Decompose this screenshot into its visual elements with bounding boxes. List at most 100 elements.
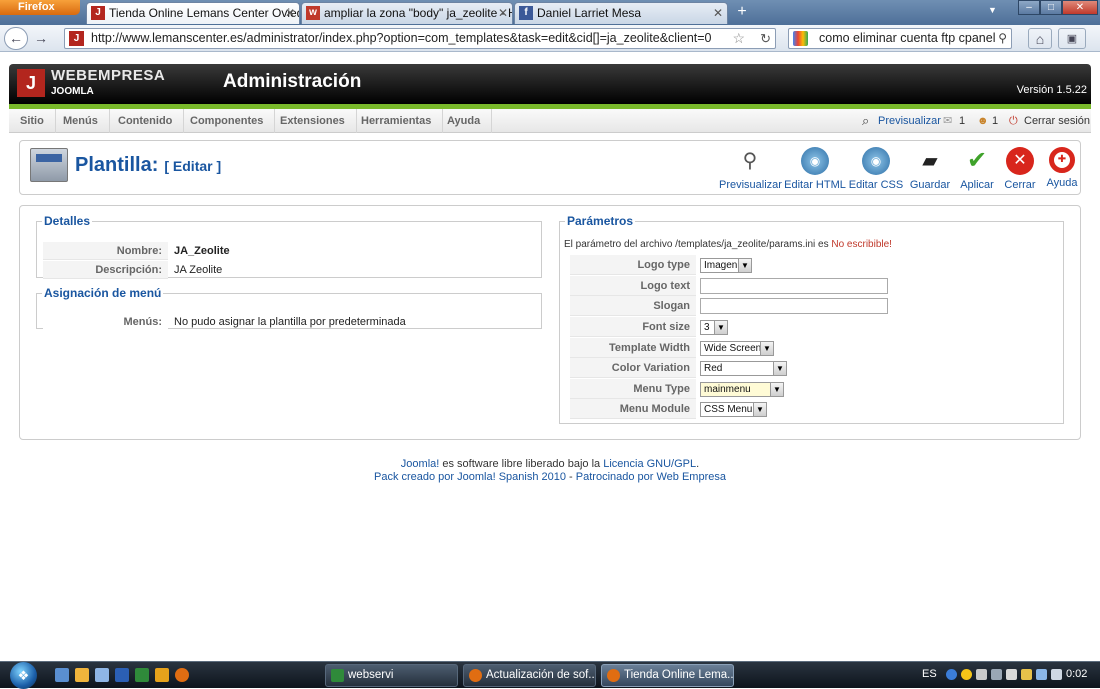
clock[interactable]: 0:02: [1066, 668, 1087, 680]
bookmark-star-icon[interactable]: ☆: [732, 29, 745, 48]
task-webservi[interactable]: webservi: [325, 664, 458, 687]
footer-line-2: Pack creado por Joomla! Spanish 2010 - P…: [0, 471, 1100, 484]
firefox-quicklaunch-icon[interactable]: [175, 668, 189, 682]
param-row-font-size: Font size 3 ▼: [570, 317, 1060, 337]
home-icon[interactable]: ⌂: [1028, 28, 1052, 49]
logo-text-input[interactable]: [700, 278, 888, 294]
menu-componentes[interactable]: Componentes: [179, 109, 276, 133]
template-width-select[interactable]: Wide Screen ▼: [700, 341, 774, 356]
url-bar[interactable]: J http://www.lemanscenter.es/administrat…: [64, 28, 776, 49]
page-title-sub: [ Editar ]: [164, 158, 222, 174]
menu-extensiones[interactable]: Extensiones: [269, 109, 357, 133]
users-count[interactable]: 1: [992, 109, 998, 133]
joomla-link[interactable]: Joomla!: [401, 458, 440, 470]
edit-html-button[interactable]: ◉ Editar HTML: [784, 147, 846, 191]
chevron-down-icon: ▼: [714, 321, 727, 334]
word-icon[interactable]: [115, 668, 129, 682]
joomla-header: J WEBEMPRESA JOOMLA Administración Versi…: [9, 64, 1091, 104]
messages-icon: ✉: [943, 115, 953, 127]
new-tab-button[interactable]: +: [731, 3, 753, 23]
menu-module-select[interactable]: CSS Menu ▼: [700, 402, 767, 417]
help-button[interactable]: ✚ Ayuda: [1031, 147, 1093, 189]
tab-list-chevron-icon[interactable]: ▼: [988, 5, 997, 15]
footer-separator: -: [566, 471, 576, 483]
tray-help-icon[interactable]: [946, 669, 957, 680]
menus-label: Menús:: [43, 313, 168, 331]
page-footer: Joomla! es software libre liberado bajo …: [0, 458, 1100, 484]
menu-contenido[interactable]: Contenido: [107, 109, 185, 133]
edit-css-button[interactable]: ◉ Editar CSS: [845, 147, 907, 191]
params-notice: El parámetro del archivo /templates/ja_z…: [564, 239, 892, 250]
chevron-down-icon: ▼: [760, 342, 773, 355]
logo-type-select[interactable]: Imagen ▼: [700, 258, 752, 273]
chevron-down-icon: ▼: [770, 383, 783, 396]
back-arrow-icon[interactable]: ←: [4, 27, 28, 50]
tray-device-icon[interactable]: [976, 669, 987, 680]
media-icon[interactable]: [155, 668, 169, 682]
tray-usb-icon[interactable]: [991, 669, 1002, 680]
globe-html-icon: ◉: [801, 147, 829, 175]
menu-assignment-fieldset: Asignación de menú Menús: No pudo asigna…: [36, 286, 542, 331]
save-button-label: Guardar: [909, 179, 951, 191]
forward-arrow-icon[interactable]: →: [30, 28, 52, 49]
url-text: http://www.lemanscenter.es/administrator…: [91, 31, 712, 45]
minimize-window-icon[interactable]: –: [1018, 0, 1040, 15]
tray-norton-icon[interactable]: [961, 669, 972, 680]
firefox-task-icon: [469, 669, 482, 682]
menu-menus[interactable]: Menús: [52, 109, 110, 133]
explorer-icon[interactable]: [75, 668, 89, 682]
search-text: como eliminar cuenta ftp cpanel: [819, 31, 996, 45]
pack-link[interactable]: Pack creado por Joomla! Spanish 2010: [374, 471, 566, 483]
license-link[interactable]: Licencia GNU/GPL: [603, 458, 696, 470]
tray-power-icon[interactable]: [1021, 669, 1032, 680]
floppy-save-icon: ▰: [922, 150, 938, 172]
reload-icon[interactable]: ↻: [760, 29, 771, 48]
browser-nav-bar: ← → J http://www.lemanscenter.es/adminis…: [0, 25, 1100, 52]
search-input[interactable]: como eliminar cuenta ftp cpanel ⚲: [788, 28, 1012, 49]
logout-link[interactable]: Cerrar sesión: [1024, 109, 1090, 133]
tab-lemans[interactable]: J Tienda Online Lemans Center Oviedo... …: [86, 2, 300, 24]
search-icon[interactable]: ⚲: [998, 29, 1007, 48]
close-tab-icon[interactable]: ✕: [285, 3, 295, 23]
preview-link[interactable]: Previsualizar: [878, 109, 941, 133]
menu-ayuda[interactable]: Ayuda: [436, 109, 493, 133]
close-tab-icon[interactable]: ✕: [498, 3, 508, 23]
menu-herramientas[interactable]: Herramientas: [350, 109, 444, 133]
tab-ja-zeolite[interactable]: w ampliar la zona "body" ja_zeolite - Ho…: [301, 2, 513, 24]
param-label: Color Variation: [570, 358, 696, 378]
close-tab-icon[interactable]: ✕: [713, 3, 723, 23]
param-row-color-variation: Color Variation Red ▼: [570, 358, 1060, 378]
font-size-select[interactable]: 3 ▼: [700, 320, 728, 335]
language-indicator[interactable]: ES: [922, 668, 937, 680]
excel-task-icon: [331, 669, 344, 682]
select-value: CSS Menu: [704, 404, 753, 415]
params-notice-status: No escribible!: [831, 239, 892, 250]
window-switch-icon[interactable]: [95, 668, 109, 682]
tray-network-icon[interactable]: [1036, 669, 1047, 680]
tab-facebook[interactable]: f Daniel Larriet Mesa ✕: [514, 2, 728, 24]
tray-volume-icon[interactable]: [1051, 669, 1062, 680]
menu-sitio[interactable]: Sitio: [9, 109, 56, 133]
addon-bar-icon[interactable]: ▣: [1058, 28, 1086, 49]
close-window-icon[interactable]: ✕: [1062, 0, 1098, 15]
menu-type-select[interactable]: mainmenu ▼: [700, 382, 784, 397]
show-desktop-icon[interactable]: [55, 668, 69, 682]
slogan-input[interactable]: [700, 298, 888, 314]
task-tienda[interactable]: Tienda Online Lema...: [601, 664, 734, 687]
admin-menu-bar: Sitio Menús Contenido Componentes Extens…: [9, 109, 1091, 133]
page-title: Plantilla: [ Editar ]: [75, 154, 221, 177]
task-update[interactable]: Actualización de sof...: [463, 664, 596, 687]
color-variation-select[interactable]: Red ▼: [700, 361, 787, 376]
excel-icon[interactable]: [135, 668, 149, 682]
sponsor-link[interactable]: Patrocinado por Web Empresa: [576, 471, 726, 483]
messages-count[interactable]: 1: [959, 109, 965, 133]
preview-button[interactable]: ⚲ Previsualizar: [719, 147, 782, 191]
tray-printer-icon[interactable]: [1006, 669, 1017, 680]
start-button-icon[interactable]: ❖: [10, 662, 37, 689]
globe-css-icon: ◉: [862, 147, 890, 175]
details-legend: Detalles: [44, 214, 91, 228]
maximize-window-icon[interactable]: □: [1040, 0, 1062, 15]
joomla-favicon-icon: J: [91, 6, 105, 20]
firefox-menu-button[interactable]: Firefox: [0, 0, 80, 15]
footer-line-1: Joomla! es software libre liberado bajo …: [0, 458, 1100, 471]
